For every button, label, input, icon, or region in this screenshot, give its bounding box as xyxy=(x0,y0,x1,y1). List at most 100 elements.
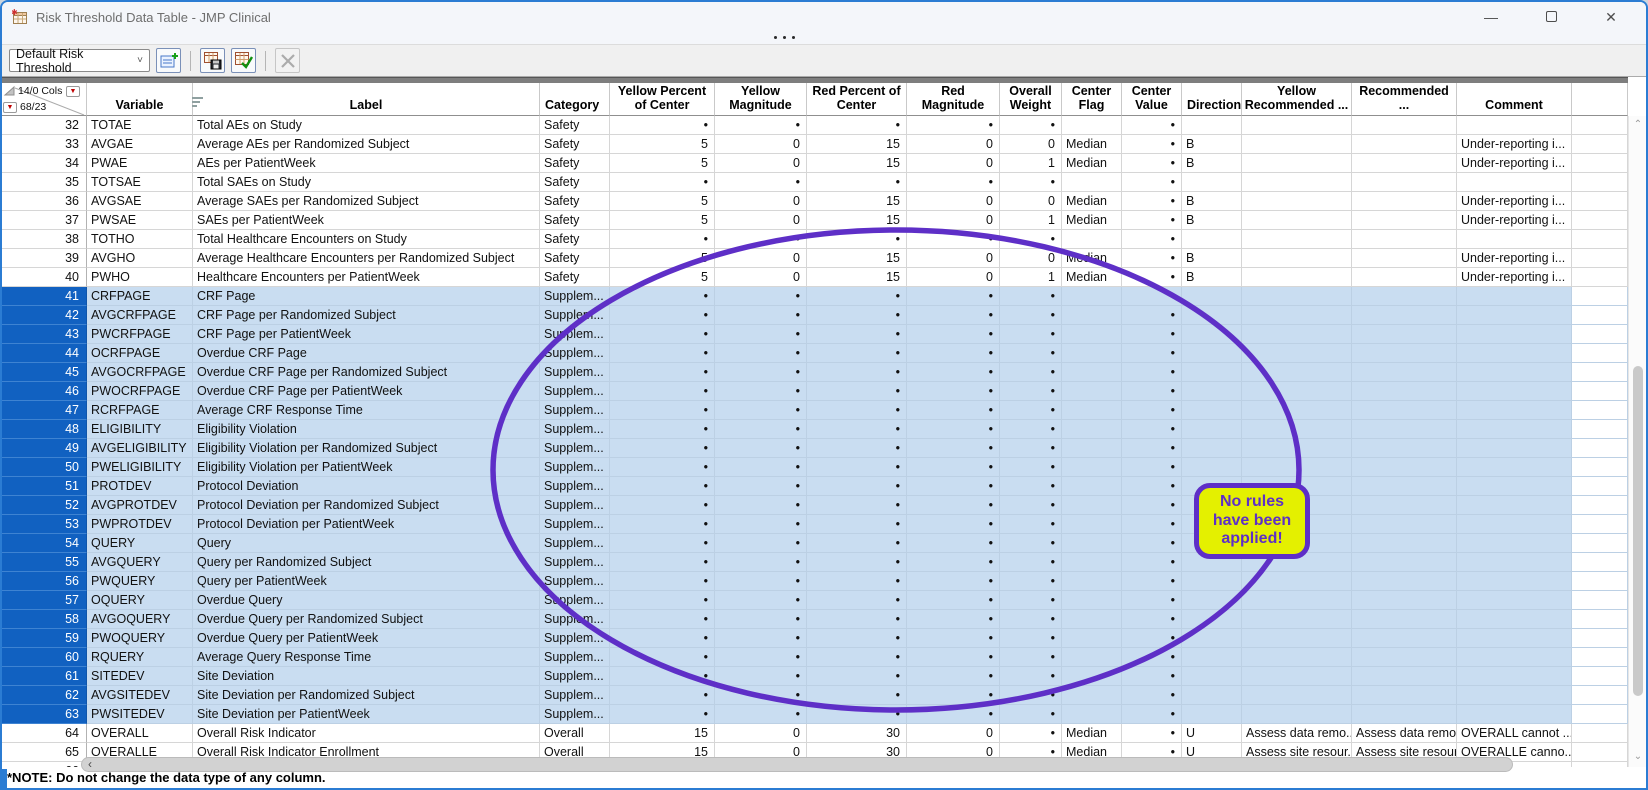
category-cell[interactable]: Safety xyxy=(540,268,610,287)
yellow-magnitude-cell[interactable]: • xyxy=(715,439,807,458)
yellow-magnitude-cell[interactable]: • xyxy=(715,534,807,553)
red-magnitude-cell[interactable]: • xyxy=(907,116,1000,135)
yellow-percent-cell[interactable]: • xyxy=(610,553,715,572)
scroll-down-arrow-icon[interactable]: ⌄ xyxy=(1629,750,1647,766)
direction-cell[interactable] xyxy=(1182,553,1242,572)
new-risk-threshold-button[interactable] xyxy=(156,48,181,73)
center-value-cell[interactable]: • xyxy=(1122,629,1182,648)
red-magnitude-cell[interactable]: • xyxy=(907,686,1000,705)
overall-weight-cell[interactable]: • xyxy=(1000,572,1062,591)
red-recommended-cell[interactable] xyxy=(1352,458,1457,477)
spacer-cell[interactable] xyxy=(1572,401,1628,420)
row-number-cell[interactable]: 53 xyxy=(2,515,87,534)
category-cell[interactable]: Supplem... xyxy=(540,572,610,591)
spacer-cell[interactable] xyxy=(1572,268,1628,287)
overall-weight-cell[interactable]: • xyxy=(1000,173,1062,192)
center-flag-cell[interactable] xyxy=(1062,705,1122,724)
center-flag-cell[interactable] xyxy=(1062,667,1122,686)
spacer-cell[interactable] xyxy=(1572,724,1628,743)
yellow-magnitude-cell[interactable]: 0 xyxy=(715,211,807,230)
row-number-cell[interactable]: 51 xyxy=(2,477,87,496)
overall-weight-cell[interactable]: 1 xyxy=(1000,268,1062,287)
save-risk-threshold-button[interactable] xyxy=(200,48,225,73)
overall-weight-cell[interactable]: 0 xyxy=(1000,192,1062,211)
red-recommended-cell[interactable] xyxy=(1352,515,1457,534)
center-value-cell[interactable]: • xyxy=(1122,591,1182,610)
red-magnitude-cell[interactable]: • xyxy=(907,173,1000,192)
category-cell[interactable]: Safety xyxy=(540,116,610,135)
direction-cell[interactable]: B xyxy=(1182,268,1242,287)
label-cell[interactable]: Healthcare Encounters per PatientWeek xyxy=(193,268,540,287)
red-magnitude-cell[interactable]: • xyxy=(907,629,1000,648)
yellow-recommended-cell[interactable] xyxy=(1242,439,1352,458)
variable-cell[interactable]: OCRFPAGE xyxy=(87,344,193,363)
variable-cell[interactable]: PWHO xyxy=(87,268,193,287)
label-cell[interactable]: Eligibility Violation per PatientWeek xyxy=(193,458,540,477)
spacer-cell[interactable] xyxy=(1572,572,1628,591)
label-cell[interactable]: Site Deviation per Randomized Subject xyxy=(193,686,540,705)
direction-cell[interactable] xyxy=(1182,515,1242,534)
row-number-cell[interactable]: 50 xyxy=(2,458,87,477)
yellow-percent-cell[interactable]: • xyxy=(610,648,715,667)
overall-weight-cell[interactable]: • xyxy=(1000,458,1062,477)
comment-cell[interactable] xyxy=(1457,515,1572,534)
yellow-percent-cell[interactable]: • xyxy=(610,401,715,420)
overall-weight-cell[interactable]: • xyxy=(1000,496,1062,515)
variable-cell[interactable]: AVGOCRFPAGE xyxy=(87,363,193,382)
center-flag-cell[interactable] xyxy=(1062,439,1122,458)
row-number-cell[interactable]: 41 xyxy=(2,287,87,306)
red-magnitude-cell[interactable]: • xyxy=(907,496,1000,515)
red-magnitude-cell[interactable]: • xyxy=(907,667,1000,686)
label-cell[interactable]: Overall Risk Indicator xyxy=(193,724,540,743)
variable-cell[interactable]: PWSITEDEV xyxy=(87,705,193,724)
variable-cell[interactable]: PWCRFPAGE xyxy=(87,325,193,344)
center-flag-cell[interactable] xyxy=(1062,648,1122,667)
variable-cell[interactable]: PWPROTDEV xyxy=(87,515,193,534)
red-magnitude-cell[interactable]: • xyxy=(907,363,1000,382)
overall-weight-cell[interactable]: • xyxy=(1000,382,1062,401)
variable-cell[interactable]: AVGELIGIBILITY xyxy=(87,439,193,458)
center-flag-cell[interactable] xyxy=(1062,363,1122,382)
comment-cell[interactable] xyxy=(1457,173,1572,192)
comment-cell[interactable] xyxy=(1457,667,1572,686)
yellow-magnitude-cell[interactable]: 0 xyxy=(715,135,807,154)
center-flag-cell[interactable] xyxy=(1062,629,1122,648)
direction-cell[interactable] xyxy=(1182,401,1242,420)
comment-cell[interactable] xyxy=(1457,230,1572,249)
category-cell[interactable]: Safety xyxy=(540,154,610,173)
spacer-cell[interactable] xyxy=(1572,211,1628,230)
overall-weight-cell[interactable]: • xyxy=(1000,344,1062,363)
red-percent-cell[interactable]: • xyxy=(807,496,907,515)
yellow-percent-cell[interactable]: • xyxy=(610,686,715,705)
delete-risk-threshold-button[interactable] xyxy=(275,48,300,73)
row-number-cell[interactable]: 57 xyxy=(2,591,87,610)
yellow-recommended-cell[interactable]: Assess data remo... xyxy=(1242,724,1352,743)
yellow-recommended-cell[interactable] xyxy=(1242,249,1352,268)
row-number-cell[interactable]: 32 xyxy=(2,116,87,135)
yellow-recommended-cell[interactable] xyxy=(1242,363,1352,382)
direction-cell[interactable] xyxy=(1182,705,1242,724)
label-cell[interactable]: CRF Page per Randomized Subject xyxy=(193,306,540,325)
comment-cell[interactable] xyxy=(1457,306,1572,325)
red-recommended-cell[interactable] xyxy=(1352,496,1457,515)
column-header-center-value[interactable]: Center Value xyxy=(1122,83,1182,116)
spacer-cell[interactable] xyxy=(1572,496,1628,515)
label-cell[interactable]: Overdue Query xyxy=(193,591,540,610)
center-value-cell[interactable]: • xyxy=(1122,135,1182,154)
column-header-spacer[interactable] xyxy=(1572,83,1628,116)
red-percent-cell[interactable]: • xyxy=(807,420,907,439)
center-flag-cell[interactable]: Median xyxy=(1062,135,1122,154)
row-number-cell[interactable]: 65 xyxy=(2,743,87,762)
comment-cell[interactable] xyxy=(1457,287,1572,306)
list-order-icon[interactable] xyxy=(192,97,204,109)
yellow-percent-cell[interactable]: • xyxy=(610,610,715,629)
yellow-percent-cell[interactable]: • xyxy=(610,173,715,192)
spacer-cell[interactable] xyxy=(1572,325,1628,344)
comment-cell[interactable] xyxy=(1457,382,1572,401)
comment-cell[interactable]: Under-reporting i... xyxy=(1457,135,1572,154)
direction-cell[interactable]: B xyxy=(1182,249,1242,268)
category-cell[interactable]: Supplem... xyxy=(540,344,610,363)
label-cell[interactable]: Eligibility Violation per Randomized Sub… xyxy=(193,439,540,458)
red-percent-cell[interactable]: 15 xyxy=(807,268,907,287)
yellow-magnitude-cell[interactable]: 0 xyxy=(715,249,807,268)
